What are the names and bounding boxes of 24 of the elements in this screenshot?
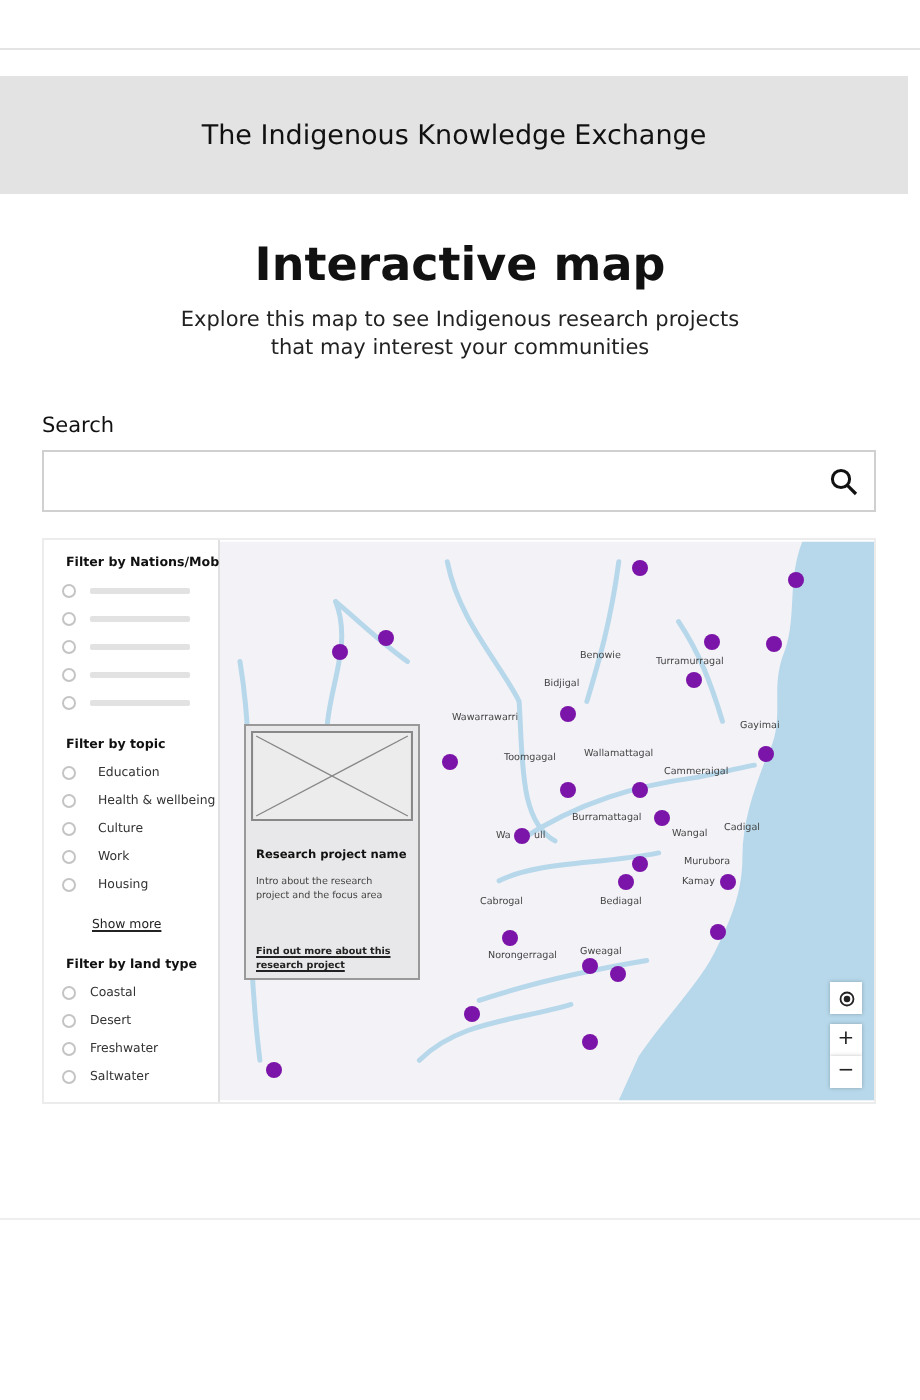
page-heading: Interactive map xyxy=(252,238,668,294)
radio-button[interactable] xyxy=(62,765,76,779)
radio-button[interactable] xyxy=(62,877,76,891)
radio-button[interactable] xyxy=(62,985,76,999)
search-field[interactable] xyxy=(42,450,876,512)
site-title: The Indigenous Knowledge Exchange xyxy=(201,119,707,151)
radio-button[interactable] xyxy=(62,849,76,863)
intro-text: Explore this map to see Indigenous research projects that may interest your communities xyxy=(178,306,742,362)
radio-button[interactable] xyxy=(62,1013,76,1027)
target-icon xyxy=(837,989,855,1007)
radio-button[interactable] xyxy=(62,611,76,625)
radio-button[interactable] xyxy=(62,793,76,807)
zoom-in-button[interactable]: + xyxy=(830,1024,862,1056)
radio-button[interactable] xyxy=(62,639,76,653)
radio-button[interactable] xyxy=(62,695,76,709)
locate-button[interactable] xyxy=(830,982,862,1014)
radio-button[interactable] xyxy=(62,667,76,681)
zoom-out-button[interactable]: − xyxy=(830,1056,862,1088)
radio-button[interactable] xyxy=(62,1069,76,1083)
search-label: Search xyxy=(42,414,117,438)
radio-button[interactable] xyxy=(62,583,76,597)
search-icon[interactable] xyxy=(830,467,858,495)
radio-button[interactable] xyxy=(62,1041,76,1055)
radio-button[interactable] xyxy=(62,821,76,835)
